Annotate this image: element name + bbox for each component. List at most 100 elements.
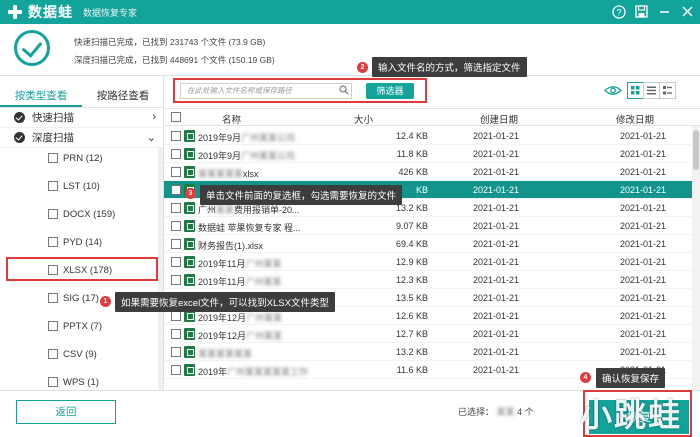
excel-file-icon	[184, 220, 195, 232]
table-row[interactable]: 2019年9月广州某某公司 12.4 KB 2021-01-21 2021-01-21	[164, 127, 692, 145]
type-item-csv[interactable]: CSV (9)	[48, 347, 97, 361]
modified-date: 2021-01-21	[620, 329, 667, 339]
column-created[interactable]: 创建日期	[480, 112, 518, 126]
excel-file-icon	[184, 130, 195, 142]
row-checkbox[interactable]	[171, 167, 181, 177]
back-button[interactable]: 返回	[16, 400, 116, 424]
file-name: 2019年9月广州某某公司	[198, 133, 296, 143]
modified-date: 2021-01-21	[620, 293, 667, 303]
title-bar: 数据蛙 数据恢复专家 ?	[0, 0, 700, 24]
save-icon[interactable]	[633, 3, 650, 20]
checkbox[interactable]	[48, 237, 58, 247]
file-size: 12.6 KB	[395, 311, 428, 321]
detail-view-icon[interactable]	[659, 82, 676, 99]
checkbox[interactable]	[48, 349, 58, 359]
modified-date: 2021-01-21	[620, 275, 667, 285]
excel-file-icon	[184, 166, 195, 178]
row-checkbox[interactable]	[171, 221, 181, 231]
selected-count: 已选择： 某某 4 个	[458, 407, 534, 417]
table-scrollbar[interactable]	[692, 126, 700, 390]
checkbox[interactable]	[48, 209, 58, 219]
file-name: 某某某某某某	[198, 349, 253, 359]
row-checkbox[interactable]	[171, 149, 181, 159]
file-name: 数据蛙 苹果恢复专家 程...	[198, 223, 301, 233]
table-row[interactable]: 2019年11月广州某某 12.9 KB 2021-01-21 2021-01-21	[164, 253, 692, 271]
type-item-prn[interactable]: PRN (12)	[48, 151, 103, 165]
list-view-icon[interactable]	[643, 82, 660, 99]
group-quick-scan[interactable]: 快速扫描 ›	[0, 108, 164, 128]
checkbox[interactable]	[48, 293, 58, 303]
row-checkbox[interactable]	[171, 275, 181, 285]
type-item-pptx[interactable]: PPTX (7)	[48, 319, 102, 333]
checkbox[interactable]	[48, 321, 58, 331]
file-size: 9.07 KB	[395, 221, 428, 231]
minimize-icon[interactable]	[656, 3, 673, 20]
modified-date: 2021-01-21	[620, 239, 667, 249]
type-item-wps[interactable]: WPS (1)	[48, 375, 99, 389]
created-date: 2021-01-21	[473, 221, 520, 231]
help-icon[interactable]: ?	[610, 3, 627, 20]
row-checkbox[interactable]	[171, 131, 181, 141]
row-checkbox[interactable]	[171, 239, 181, 249]
chevron-down-icon[interactable]: ⌄	[147, 131, 156, 144]
file-size: 12.9 KB	[395, 257, 428, 267]
file-name: 2019年11月广州某某	[198, 259, 282, 269]
close-icon[interactable]	[679, 3, 696, 20]
app-subtitle: 数据恢复专家	[83, 7, 138, 18]
table-row[interactable]: 2019年12月广州某某 12.7 KB 2021-01-21 2021-01-21	[164, 325, 692, 343]
row-checkbox[interactable]	[171, 185, 181, 195]
app-name: 数据蛙	[28, 4, 73, 20]
checkbox[interactable]	[48, 153, 58, 163]
row-checkbox[interactable]	[171, 329, 181, 339]
row-checkbox[interactable]	[171, 257, 181, 267]
table-row[interactable]: 数据蛙 苹果恢复专家 程... 9.07 KB 2021-01-21 2021-01-…	[164, 217, 692, 235]
modified-date: 2021-01-21	[620, 221, 667, 231]
file-name: 2019年12月广州某某	[198, 331, 283, 341]
select-all-checkbox[interactable]	[171, 112, 181, 122]
left-scrollbar[interactable]	[158, 148, 163, 390]
scrollbar-thumb[interactable]	[693, 130, 699, 170]
group-label: 快速扫描	[32, 112, 74, 124]
table-row[interactable]: 2019年9月广州某某公司 11.8 KB 2021-01-21 2021-01-21	[164, 145, 692, 163]
deep-scan-status: 深度扫描已完成，已找到 448691 个文件 (150.19 GB)	[74, 55, 275, 65]
row-checkbox[interactable]	[171, 311, 181, 321]
annotation-callout-3: 单击文件前面的复选框，勾选需要恢复的文件	[200, 185, 403, 205]
file-size: 426 KB	[398, 167, 428, 177]
table-row[interactable]: 某某某某某某 13.2 KB 2021-01-21 2021-01-21	[164, 343, 692, 361]
group-label: 深度扫描	[32, 132, 74, 144]
created-date: 2021-01-21	[473, 203, 520, 213]
row-checkbox[interactable]	[171, 347, 181, 357]
column-size[interactable]: 大小	[354, 112, 373, 126]
tab-by-path[interactable]: 按路径查看	[82, 86, 164, 107]
type-item-sig[interactable]: SIG (17)	[48, 291, 99, 305]
created-date: 2021-01-21	[473, 131, 520, 141]
created-date: 2021-01-21	[473, 257, 520, 267]
type-item-pyd[interactable]: PYD (14)	[48, 235, 102, 249]
created-date: 2021-01-21	[473, 347, 520, 357]
file-size: KB	[415, 185, 428, 195]
excel-file-icon	[184, 238, 195, 250]
type-item-lst[interactable]: LST (10)	[48, 179, 100, 193]
table-row[interactable]: 财务报告(1).xlsx 69.4 KB 2021-01-21 2021-01-21	[164, 235, 692, 253]
column-modified[interactable]: 修改日期	[616, 112, 654, 126]
column-name[interactable]: 名称	[222, 112, 241, 126]
group-deep-scan[interactable]: 深度扫描 ⌄	[0, 128, 164, 148]
table-row[interactable]: 某某某某某xlsx 426 KB 2021-01-21 2021-01-21	[164, 163, 692, 181]
file-name: 财务报告(1).xlsx	[198, 241, 263, 251]
grid-view-icon[interactable]	[627, 82, 644, 99]
preview-eye-icon[interactable]	[604, 85, 622, 96]
created-date: 2021-01-21	[473, 275, 520, 285]
row-checkbox[interactable]	[171, 203, 181, 213]
type-item-docx[interactable]: DOCX (159)	[48, 207, 115, 221]
chevron-right-icon[interactable]: ›	[152, 111, 156, 123]
app-logo-icon	[8, 5, 22, 19]
file-size: 12.7 KB	[395, 329, 428, 339]
row-checkbox[interactable]	[171, 365, 181, 375]
modified-date: 2021-01-21	[620, 203, 667, 213]
table-row[interactable]: 2019年11月广州某某 12.3 KB 2021-01-21 2021-01-21	[164, 271, 692, 289]
checkbox[interactable]	[48, 181, 58, 191]
excel-file-icon	[184, 328, 195, 340]
window-controls: ?	[610, 3, 696, 20]
checkbox[interactable]	[48, 377, 58, 387]
tab-by-type[interactable]: 按类型查看	[0, 86, 82, 107]
